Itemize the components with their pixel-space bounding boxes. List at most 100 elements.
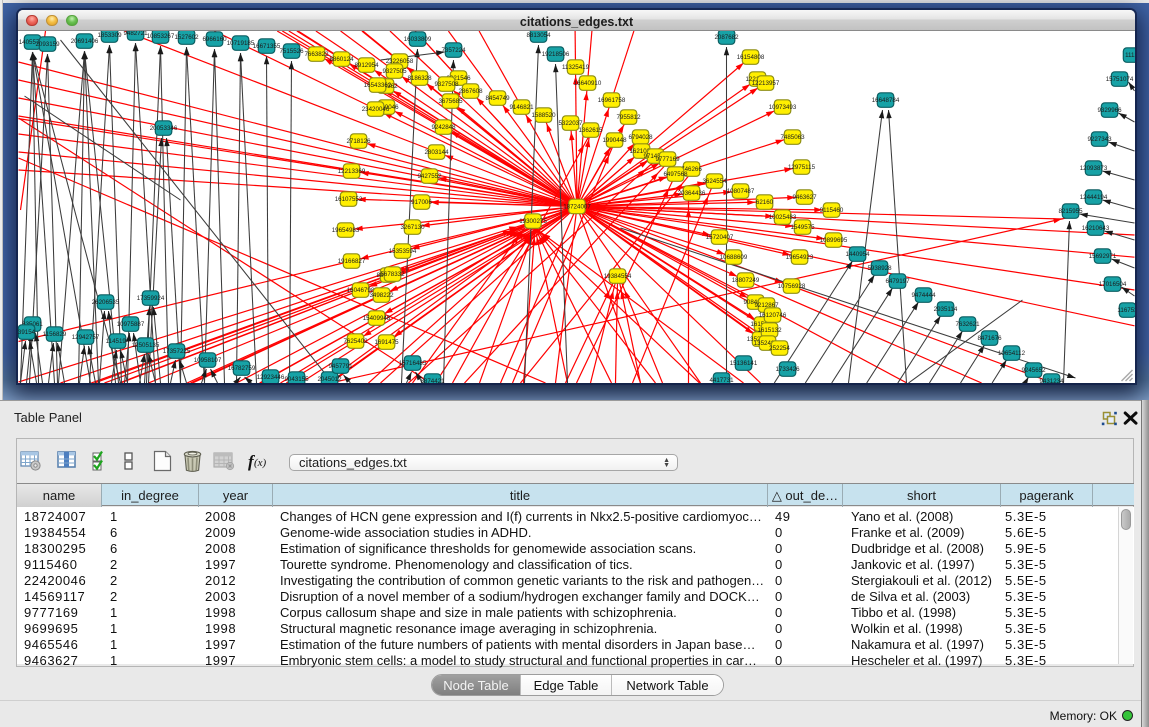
svg-text:7632621: 7632621	[955, 321, 980, 328]
svg-text:26206535: 26206535	[92, 299, 120, 306]
svg-text:9115460: 9115460	[820, 207, 844, 214]
svg-text:15136141: 15136141	[730, 360, 758, 367]
svg-text:5938928: 5938928	[867, 265, 892, 272]
svg-text:20053346: 20053346	[150, 125, 178, 132]
svg-text:16154808: 16154808	[737, 54, 765, 61]
svg-text:10853267: 10853267	[147, 33, 175, 40]
svg-text:1691475: 1691475	[374, 339, 399, 346]
svg-text:17359924: 17359924	[137, 295, 165, 302]
svg-text:1853309: 1853309	[97, 32, 122, 39]
svg-text:12923446: 12923446	[257, 374, 285, 381]
svg-text:19166827: 19166827	[338, 258, 366, 265]
svg-text:15353594: 15353594	[389, 248, 417, 255]
svg-text:(x): (x)	[254, 457, 267, 469]
svg-text:9482721: 9482721	[123, 31, 148, 37]
svg-text:9431234: 9431234	[1039, 378, 1064, 383]
svg-text:10975887: 10975887	[117, 321, 145, 328]
svg-text:8860124: 8860124	[329, 56, 354, 63]
svg-text:12213369: 12213369	[338, 168, 366, 175]
svg-text:7515526: 7515526	[279, 48, 304, 55]
svg-text:5678332: 5678332	[380, 271, 405, 278]
svg-text:1733426: 1733426	[775, 366, 800, 373]
svg-text:10025483: 10025483	[769, 214, 797, 221]
svg-text:18807249: 18807249	[732, 277, 760, 284]
svg-text:3624554: 3624554	[702, 178, 727, 185]
svg-text:18724007: 18724007	[563, 204, 591, 211]
svg-text:1156829: 1156829	[43, 331, 67, 338]
svg-text:2718126: 2718126	[346, 138, 371, 145]
svg-text:2087682: 2087682	[714, 34, 739, 41]
svg-text:1362615: 1362615	[578, 127, 603, 134]
svg-text:8454749: 8454749	[485, 95, 510, 102]
svg-text:8186328: 8186328	[407, 75, 432, 82]
svg-text:7485063: 7485063	[780, 134, 805, 141]
svg-text:15409948: 15409948	[363, 315, 391, 322]
svg-text:3267130: 3267130	[400, 224, 425, 231]
svg-text:12444194: 12444194	[1080, 194, 1108, 201]
svg-text:2935114: 2935114	[934, 306, 958, 313]
svg-text:12975115: 12975115	[788, 164, 816, 171]
svg-text:2045012: 2045012	[317, 376, 342, 383]
svg-text:6479197: 6479197	[885, 278, 910, 285]
svg-text:8215955: 8215955	[1058, 208, 1083, 215]
svg-text:1588520: 1588520	[531, 112, 556, 119]
svg-text:9427552: 9427552	[417, 173, 442, 180]
svg-text:23420046: 23420046	[362, 106, 390, 113]
svg-text:10958107: 10958107	[194, 357, 222, 364]
svg-text:1549575: 1549575	[790, 224, 815, 231]
svg-text:15692971: 15692971	[1089, 253, 1117, 260]
svg-text:10899695: 10899695	[820, 237, 848, 244]
svg-text:16671355: 16671355	[253, 43, 281, 50]
svg-text:19384554: 19384554	[604, 273, 632, 280]
svg-text:9329966: 9329966	[1097, 107, 1122, 114]
svg-text:7955812: 7955812	[616, 114, 641, 121]
svg-text:39154: 39154	[18, 329, 36, 336]
svg-text:116753: 116753	[1117, 307, 1135, 314]
svg-text:10654112: 10654112	[998, 350, 1026, 357]
svg-text:12213957: 12213957	[752, 80, 780, 87]
svg-text:9327505: 9327505	[382, 68, 407, 75]
svg-text:11325419: 11325419	[562, 64, 590, 71]
svg-text:8912954: 8912954	[354, 62, 379, 69]
svg-text:9227343: 9227343	[1087, 136, 1112, 143]
svg-text:10719185: 10719185	[227, 40, 255, 47]
svg-text:16640910: 16640910	[574, 80, 602, 87]
svg-text:8471676: 8471676	[977, 335, 1002, 342]
svg-text:16120746: 16120746	[759, 312, 787, 319]
svg-text:9457791: 9457791	[328, 363, 353, 370]
svg-text:917006: 917006	[411, 199, 432, 206]
svg-text:6966160: 6966160	[202, 36, 227, 43]
svg-text:1145194: 1145194	[106, 338, 130, 345]
svg-text:10973493: 10973493	[769, 104, 797, 111]
svg-text:2093159: 2093159	[35, 41, 60, 48]
svg-text:252254: 252254	[769, 345, 790, 352]
svg-text:1990448: 1990448	[602, 137, 627, 144]
svg-text:9463627: 9463627	[792, 194, 817, 201]
svg-text:19218506: 19218506	[542, 51, 570, 58]
svg-text:1615132: 1615132	[757, 327, 782, 334]
svg-text:1112: 1112	[1125, 52, 1135, 59]
svg-text:9777169: 9777169	[655, 156, 680, 163]
svg-text:17016504: 17016504	[1099, 281, 1127, 288]
svg-text:2867608: 2867608	[458, 88, 483, 95]
svg-text:16543362: 16543362	[364, 82, 392, 89]
svg-text:3675685: 3675685	[438, 98, 463, 105]
svg-text:12093873: 12093873	[1080, 165, 1108, 172]
svg-text:7663822: 7663822	[304, 51, 329, 58]
svg-text:8874421: 8874421	[420, 378, 445, 383]
svg-text:9245652: 9245652	[1021, 367, 1046, 374]
svg-text:16961758: 16961758	[598, 97, 626, 104]
svg-text:16033809: 16033809	[404, 36, 432, 43]
svg-text:15751074: 15751074	[1106, 76, 1134, 83]
svg-text:12505135: 12505135	[132, 342, 160, 349]
svg-text:5322037: 5322037	[558, 120, 583, 127]
svg-text:6794028: 6794028	[628, 134, 653, 141]
svg-text:9146821: 9146821	[509, 104, 534, 111]
svg-text:19654983: 19654983	[332, 227, 360, 234]
svg-text:1527602: 1527602	[174, 34, 199, 41]
svg-text:4417731: 4417731	[709, 377, 734, 383]
svg-text:8813054: 8813054	[526, 32, 551, 39]
svg-text:20364436: 20364436	[678, 190, 706, 197]
svg-text:20691406: 20691406	[71, 38, 99, 45]
svg-text:9043155: 9043155	[284, 376, 309, 383]
